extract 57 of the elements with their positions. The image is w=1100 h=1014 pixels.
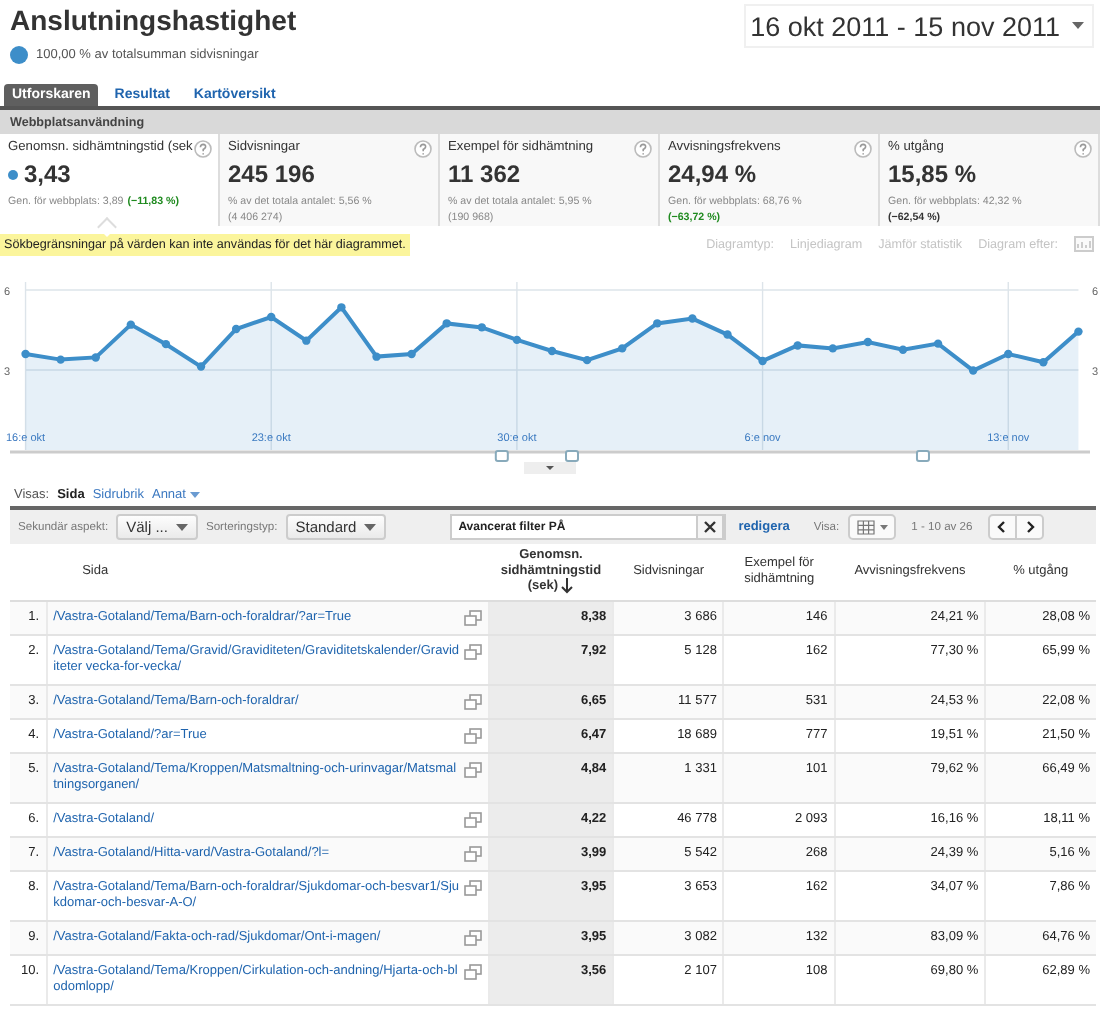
pager-arrows-icon[interactable] [988, 514, 1045, 540]
close-icon[interactable] [696, 514, 725, 540]
data-point[interactable] [56, 355, 65, 364]
metric-value: 24,94 % [668, 160, 757, 188]
help-icon[interactable] [1074, 140, 1092, 158]
collapse-handle-icon[interactable] [524, 462, 576, 474]
data-point[interactable] [91, 353, 100, 362]
data-point[interactable] [337, 303, 346, 312]
metric-value: 11 362 [448, 160, 521, 188]
caret-icon [175, 523, 188, 531]
annotation-icon[interactable] [565, 450, 579, 462]
data-point[interactable] [302, 336, 311, 345]
data-point[interactable] [372, 352, 381, 361]
segment-dot-icon [10, 46, 28, 64]
data-point[interactable] [477, 323, 486, 332]
data-point[interactable] [231, 324, 241, 334]
data-point[interactable] [512, 335, 522, 345]
caret-icon [1072, 22, 1088, 32]
metric-value: 3,43 [24, 160, 71, 188]
metric-value: 15,85 % [888, 160, 977, 188]
data-point[interactable] [968, 366, 978, 375]
report-title: Anslutningshastighet [10, 4, 297, 36]
data-point[interactable] [582, 355, 592, 365]
help-icon[interactable] [854, 140, 872, 158]
data-point[interactable] [653, 319, 662, 328]
help-icon[interactable] [194, 140, 212, 158]
data-point[interactable] [863, 337, 873, 347]
data-point[interactable] [793, 341, 802, 350]
data-point[interactable] [1039, 358, 1048, 367]
data-point[interactable] [267, 312, 276, 322]
data-point[interactable] [898, 345, 908, 354]
series-dot-icon [8, 169, 18, 179]
data-point[interactable] [161, 339, 171, 349]
data-point[interactable] [828, 344, 837, 353]
annotation-icon[interactable] [494, 450, 509, 462]
caret-icon [189, 491, 200, 497]
data-point[interactable] [618, 344, 627, 353]
data-point[interactable] [688, 314, 697, 323]
metric-value: 245 196 [228, 160, 315, 188]
data-point[interactable] [933, 339, 943, 348]
caret-icon [364, 523, 377, 531]
annotation-icon[interactable] [915, 450, 930, 462]
data-point[interactable] [547, 346, 557, 356]
date-range-picker[interactable]: 16 okt 2011 - 15 nov 2011 [744, 4, 1094, 48]
sort-arrow-icon[interactable] [560, 578, 575, 595]
data-point[interactable] [1074, 327, 1083, 336]
data-point[interactable] [758, 356, 767, 366]
data-point[interactable] [1004, 349, 1013, 359]
data-point[interactable] [723, 330, 732, 339]
data-point[interactable] [21, 349, 30, 359]
table-view-button[interactable] [847, 514, 896, 540]
data-point[interactable] [407, 349, 416, 359]
data-point[interactable] [196, 362, 206, 371]
help-icon[interactable] [634, 140, 652, 158]
help-icon[interactable] [414, 140, 432, 158]
data-point[interactable] [126, 320, 136, 329]
data-point[interactable] [442, 319, 451, 328]
